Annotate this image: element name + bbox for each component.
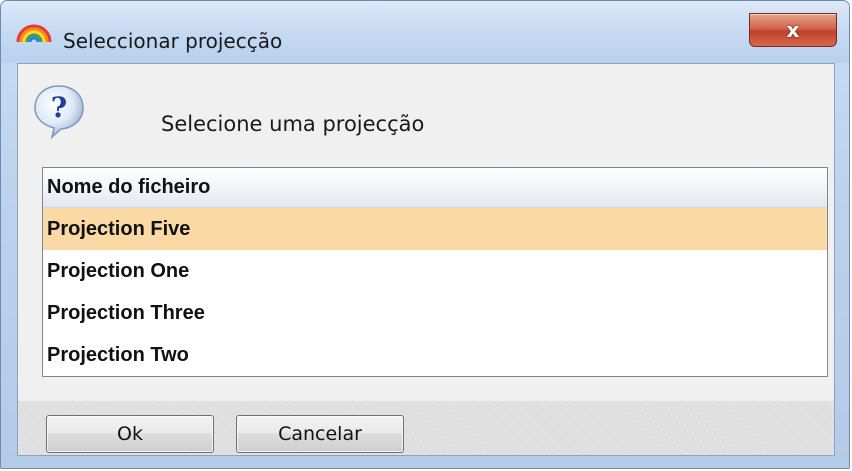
button-bar: Ok Cancelar (18, 401, 834, 455)
cancel-button[interactable]: Cancelar (236, 415, 404, 453)
projection-list[interactable]: Nome do ficheiro Projection Five Project… (42, 167, 828, 377)
dialog-window: Seleccionar projecção x ? Selecione uma … (0, 0, 850, 469)
svg-text:?: ? (51, 91, 67, 124)
prompt-text: Selecione uma projecção (161, 112, 425, 136)
ok-button[interactable]: Ok (46, 415, 214, 453)
question-icon: ? (34, 85, 84, 140)
list-column-header[interactable]: Nome do ficheiro (43, 168, 827, 208)
rainbow-app-icon (16, 24, 52, 43)
close-icon: x (786, 18, 800, 42)
list-item-projection-three[interactable]: Projection Three (43, 292, 827, 334)
dialog-body: ? Selecione uma projecção Nome do fichei… (17, 63, 835, 456)
window-title: Seleccionar projecção (63, 29, 283, 53)
title-bar[interactable]: Seleccionar projecção x (1, 1, 849, 63)
list-item-projection-five[interactable]: Projection Five (43, 208, 827, 250)
list-item-projection-one[interactable]: Projection One (43, 250, 827, 292)
list-item-projection-two[interactable]: Projection Two (43, 334, 827, 376)
close-button[interactable]: x (749, 13, 837, 47)
